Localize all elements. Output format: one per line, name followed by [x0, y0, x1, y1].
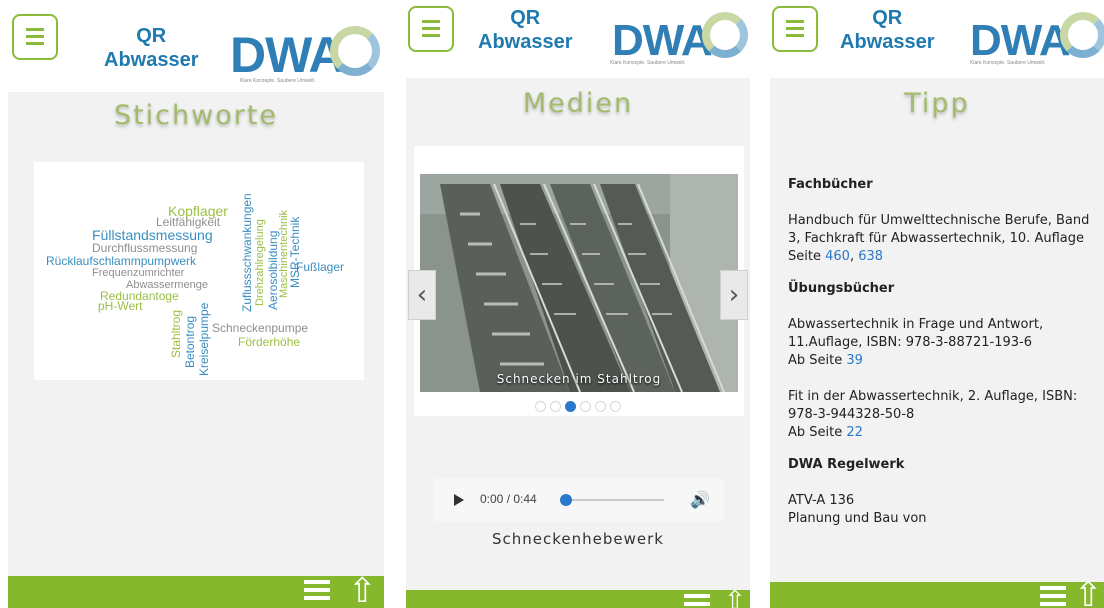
screen-stichworte: QR Abwasser DWA Klare Konzepte. Saubere … [8, 0, 384, 608]
keyword[interactable]: Förderhöhe [238, 336, 300, 348]
keyword[interactable]: Drehzahlregelung [254, 219, 266, 306]
menu-button[interactable] [12, 14, 58, 60]
book-entry: Fit in der Abwassertechnik, 2. Auflage, … [788, 389, 1078, 440]
hamburger-icon [26, 28, 44, 31]
slider-prev-button[interactable]: ‹ [408, 270, 436, 320]
slider-dot[interactable] [580, 401, 591, 412]
page-link[interactable]: 22 [846, 425, 863, 440]
keyword[interactable]: Rücklaufschlammpumpwerk [46, 255, 196, 267]
dwa-logo-ring-icon [330, 26, 380, 76]
app-title: QR Abwasser [840, 7, 935, 53]
footer-bar: ⇧ [770, 578, 1104, 608]
hamburger-icon[interactable] [304, 580, 330, 602]
app-title: QR Abwasser [104, 25, 199, 71]
audio-title: Schneckenhebewerk [492, 530, 664, 548]
keyword[interactable]: Kreiselpumpe [197, 303, 211, 376]
slider-dot[interactable] [610, 401, 621, 412]
logo-tagline: Klare Konzepte. Saubere Umwelt. [240, 78, 316, 84]
app-header: QR Abwasser DWA Klare Konzepte. Saubere … [8, 0, 384, 92]
audio-progress-track[interactable] [564, 499, 664, 501]
book-entry: Handbuch für Umwelttechnische Berufe, Ba… [788, 213, 1090, 264]
app-title: QR Abwasser [478, 7, 573, 53]
audio-time: 0:00 / 0:44 [480, 492, 537, 506]
page-title: Medien [522, 88, 634, 119]
page-link[interactable]: 638 [858, 249, 883, 264]
keyword[interactable]: Füllstandsmessung [92, 228, 213, 242]
hamburger-icon[interactable] [684, 594, 710, 608]
hamburger-icon [422, 20, 440, 23]
dwa-logo: DWA [230, 27, 345, 83]
slide-image[interactable]: Schnecken im Stahltrog [420, 174, 738, 392]
play-icon[interactable] [454, 494, 464, 506]
slider-next-button[interactable]: › [720, 270, 748, 320]
slide-caption: Schnecken im Stahltrog [496, 372, 662, 386]
slider-pagination [406, 396, 750, 415]
logo-tagline: Klare Konzepte. Saubere Umwelt. [970, 60, 1046, 66]
audio-player: 0:00 / 0:44 🔊 [434, 478, 724, 522]
screw-pump-photo [420, 174, 738, 392]
arrow-up-icon[interactable]: ⇧ [724, 586, 746, 608]
slider-dot[interactable] [595, 401, 606, 412]
slider-dot[interactable] [550, 401, 561, 412]
section-heading: Fachbücher [788, 177, 873, 192]
keyword-cloud: Kopflager Leitfähigkeit Füllstandsmessun… [34, 162, 364, 380]
page-link[interactable]: 460 [825, 249, 850, 264]
keyword[interactable]: pH-Wert [98, 300, 142, 312]
menu-button[interactable] [772, 6, 818, 52]
chevron-left-icon: ‹ [416, 280, 428, 310]
slider-dot[interactable] [535, 401, 546, 412]
image-slider: Schnecken im Stahltrog [414, 146, 744, 416]
footer-bar: ⇧ [8, 574, 384, 608]
hamburger-icon [786, 20, 804, 23]
app-header: QR Abwasser DWA Klare Konzepte. Saubere … [770, 0, 1104, 78]
tipp-content: Fachbücher Handbuch für Umwelttechnische… [788, 176, 1100, 542]
chevron-right-icon: › [728, 280, 740, 310]
keyword[interactable]: Betontrog [183, 316, 197, 368]
dwa-logo-ring-icon [702, 12, 748, 58]
page-link[interactable]: 39 [846, 353, 863, 368]
keyword[interactable]: Stahltrog [169, 310, 183, 358]
dwa-logo: DWA [970, 16, 1071, 65]
keyword[interactable]: Schneckenpumpe [212, 322, 308, 334]
keyword[interactable]: Zuflussschwankungen [240, 193, 254, 312]
keyword[interactable]: Frequenzumrichter [92, 268, 184, 279]
footer-bar: ⇧ [406, 586, 750, 608]
section-heading: DWA Regelwerk [788, 457, 905, 472]
page-title: Stichworte [113, 100, 279, 131]
screen-tipp: QR Abwasser DWA Klare Konzepte. Saubere … [770, 0, 1104, 608]
keyword[interactable]: Fußlager [296, 261, 344, 273]
keyword[interactable]: MSR-Technik [288, 217, 302, 288]
arrow-up-icon[interactable]: ⇧ [1074, 578, 1103, 608]
page-title: Tipp [904, 88, 970, 119]
audio-progress-knob[interactable] [560, 494, 572, 506]
volume-icon[interactable]: 🔊 [690, 490, 710, 509]
app-header: QR Abwasser DWA Klare Konzepte. Saubere … [406, 0, 750, 78]
slider-dot-active[interactable] [565, 401, 576, 412]
menu-button[interactable] [408, 6, 454, 52]
logo-tagline: Klare Konzepte. Saubere Umwelt. [610, 60, 686, 66]
book-entry: Abwassertechnik in Frage und Antwort, 11… [788, 317, 1044, 368]
section-heading: Übungsbücher [788, 281, 895, 296]
arrow-up-icon[interactable]: ⇧ [348, 574, 377, 608]
hamburger-icon[interactable] [1040, 586, 1066, 608]
book-entry: ATV-A 136 Planung und Bau von [788, 493, 927, 526]
dwa-logo: DWA [612, 16, 713, 65]
screen-medien: QR Abwasser DWA Klare Konzepte. Saubere … [406, 0, 750, 608]
dwa-logo-ring-icon [1060, 12, 1104, 58]
keyword[interactable]: Durchflussmessung [92, 242, 197, 254]
